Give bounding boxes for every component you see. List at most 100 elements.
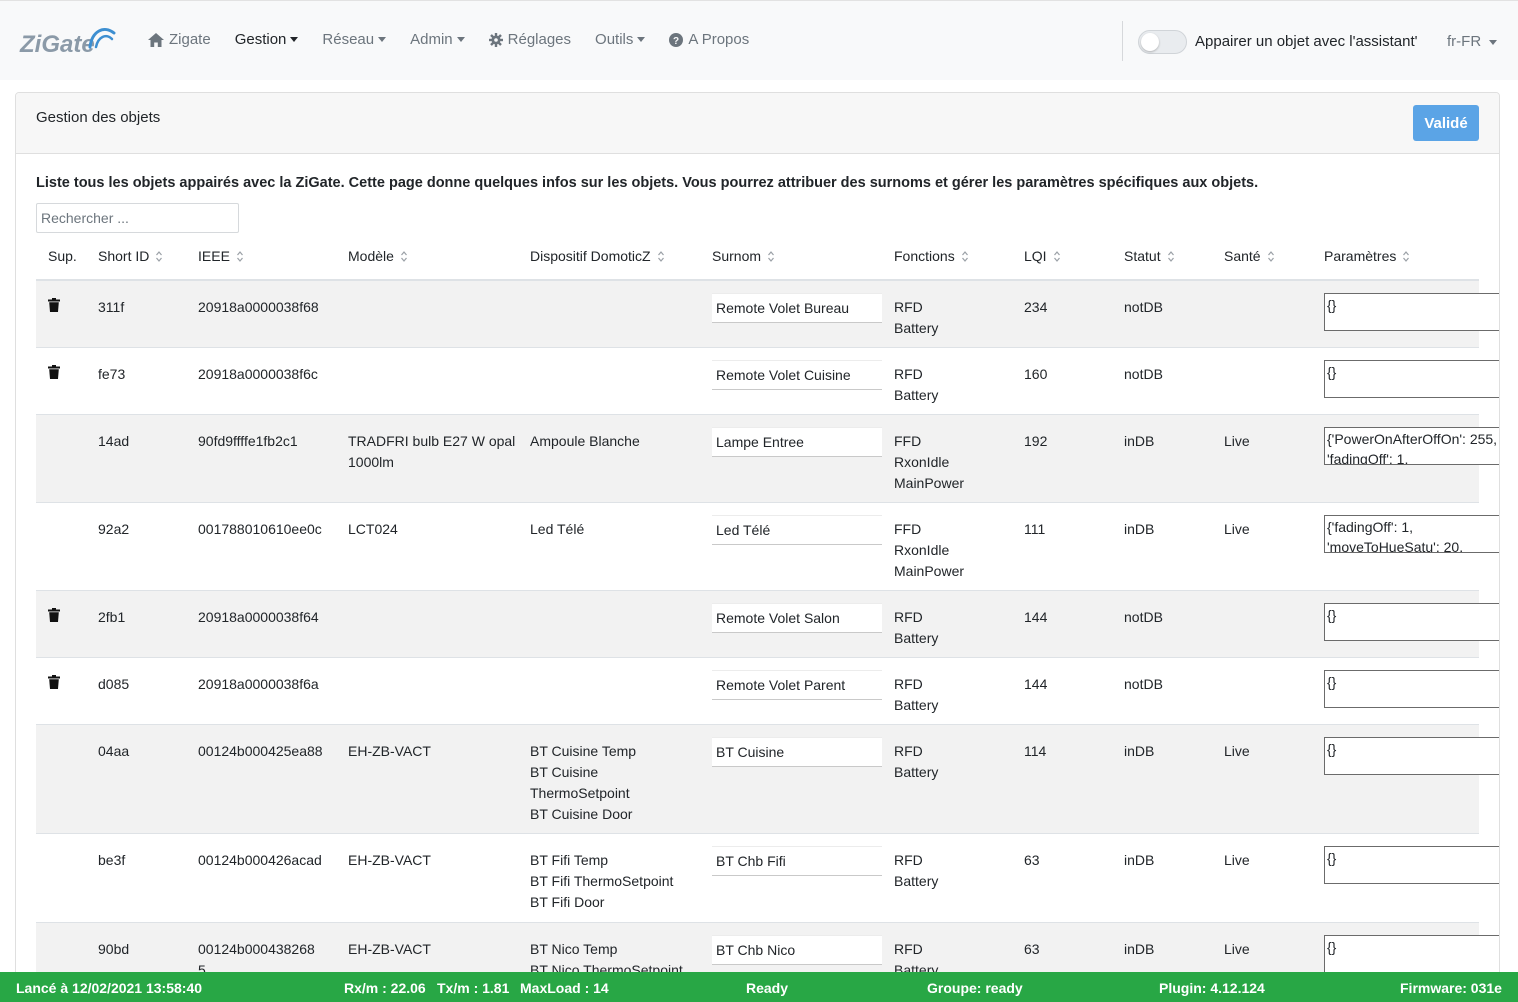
trash-icon[interactable]	[48, 675, 60, 692]
parameters-textarea[interactable]: {}	[1324, 846, 1499, 884]
sort-arrows-icon[interactable]	[768, 250, 774, 262]
cell-ieee-text: 20918a0000038f6a	[198, 676, 319, 692]
cell-short-id: 14ad	[98, 431, 129, 452]
validate-button[interactable]: Validé	[1413, 105, 1479, 141]
status-rx: Rx/m : 22.06	[344, 980, 426, 996]
status-maxload: MaxLoad : 14	[520, 980, 609, 996]
nickname-input[interactable]	[712, 515, 882, 545]
cell-status: notDB	[1124, 364, 1163, 385]
cell-status: inDB	[1124, 939, 1154, 960]
nickname-input[interactable]	[712, 846, 882, 876]
trash-icon[interactable]	[48, 608, 60, 625]
nav-outils[interactable]: Outils	[595, 31, 646, 48]
search-input[interactable]	[36, 203, 239, 233]
col-functions-header[interactable]: Fonctions	[894, 248, 968, 264]
cell-short-id: 04aa	[98, 741, 129, 762]
cell-functions-line: RFD	[894, 852, 923, 868]
table-row: 92a2 001788010610ee0c LCT024 Led Télé FFD Rxo…	[36, 503, 1499, 591]
cell-lqi-text: 160	[1024, 366, 1048, 382]
cell-domoticz: BT Fifi Temp BT Fifi ThermoSetpoint BT Fif…	[530, 850, 673, 913]
parameters-textarea[interactable]: {}	[1324, 935, 1499, 973]
column-label: LQI	[1024, 248, 1047, 264]
sort-arrows-icon[interactable]	[1403, 250, 1410, 262]
nav-reseau[interactable]: Réseau	[322, 31, 387, 48]
nickname-input[interactable]	[712, 603, 882, 633]
nav-gestion-label: Gestion	[234, 31, 287, 48]
nickname-input[interactable]	[712, 427, 882, 457]
col-model-header[interactable]: Modèle	[348, 248, 407, 264]
cell-lqi-text: 144	[1024, 609, 1048, 625]
col-nickname-header[interactable]: Surnom	[712, 248, 774, 264]
sort-arrows-icon[interactable]	[400, 250, 407, 262]
cell-model: TRADFRI bulb E27 W opal 1000lm	[348, 431, 515, 473]
cell-domoticz-line: Ampoule Blanche	[530, 433, 640, 449]
parameters-textarea[interactable]: {'PowerOnAfterOffOn': 255, 'fadingOff': …	[1324, 427, 1499, 465]
cell-functions: FFD RxonIdle MainPower	[894, 519, 964, 582]
cell-lqi: 111	[1024, 519, 1045, 540]
cell-ieee-text: 00124b000438268	[198, 941, 315, 957]
col-status-header[interactable]: Statut	[1124, 248, 1174, 264]
sort-arrows-icon[interactable]	[1167, 250, 1174, 262]
sort-arrows-icon[interactable]	[657, 250, 664, 262]
column-label: Fonctions	[894, 248, 955, 264]
col-ieee-header[interactable]: IEEE	[198, 248, 243, 264]
cell-health: Live	[1224, 850, 1250, 871]
parameters-textarea[interactable]: {}	[1324, 360, 1499, 398]
cell-ieee-text: 20918a0000038f68	[198, 299, 319, 315]
nickname-input[interactable]	[712, 670, 882, 700]
col-lqi-header[interactable]: LQI	[1024, 248, 1060, 264]
cell-short-id: 92a2	[98, 519, 129, 540]
trash-icon[interactable]	[48, 365, 60, 382]
cell-model: EH-ZB-VACT	[348, 850, 431, 871]
col-domoticz-header[interactable]: Dispositif DomoticZ	[530, 248, 664, 264]
column-label: Surnom	[712, 248, 762, 264]
nickname-input[interactable]	[712, 360, 882, 390]
cell-ieee-text: 00124b000425ea88	[198, 743, 323, 759]
sort-arrows-icon[interactable]	[1053, 250, 1060, 262]
nickname-input[interactable]	[712, 737, 882, 767]
parameters-textarea[interactable]: {'fadingOff': 1, 'moveToHueSatu': 20,	[1324, 515, 1499, 553]
navbar-divider	[1122, 21, 1123, 61]
table-row: d085 20918a0000038f6a RFD Battery 144 notDB {}	[36, 658, 1499, 725]
language-selector[interactable]: fr-FR	[1447, 33, 1498, 50]
col-params-header[interactable]: Paramètres	[1324, 248, 1410, 264]
parameters-textarea[interactable]: {}	[1324, 670, 1499, 708]
cell-lqi: 234	[1024, 297, 1047, 318]
sort-arrows-icon[interactable]	[1267, 250, 1274, 262]
parameters-textarea[interactable]: {}	[1324, 603, 1499, 641]
trash-icon[interactable]	[48, 298, 60, 315]
cell-functions-line: Battery	[894, 387, 939, 403]
cell-short-id: d085	[98, 674, 129, 695]
nav-zigate[interactable]: Zigate	[148, 31, 211, 48]
status-state: Ready	[746, 980, 789, 996]
nav-gestion[interactable]: Gestion	[235, 31, 299, 48]
nickname-input[interactable]	[712, 293, 882, 323]
nav-zigate-label: Zigate	[169, 31, 211, 48]
cell-short-id: 2fb1	[98, 607, 125, 628]
col-short-id-header[interactable]: Short ID	[98, 248, 163, 264]
cell-domoticz-line: BT Nico Temp	[530, 941, 618, 957]
col-health-header[interactable]: Santé	[1224, 248, 1274, 264]
cell-ieee-text: 20918a0000038f6c	[198, 366, 318, 382]
cell-health: Live	[1224, 939, 1250, 960]
nav-reglages[interactable]: Réglages	[488, 31, 571, 48]
column-label: Sup.	[48, 248, 77, 264]
cell-functions-line: Battery	[894, 630, 939, 646]
cell-short-id: be3f	[98, 850, 125, 871]
pairing-toggle[interactable]	[1138, 30, 1187, 54]
cell-functions: RFD Battery	[894, 297, 938, 339]
cell-status: inDB	[1124, 741, 1154, 762]
parameters-textarea[interactable]: {}	[1324, 737, 1499, 775]
column-label: Modèle	[348, 248, 394, 264]
nav-apropos[interactable]: ? A Propos	[669, 31, 749, 48]
cell-health: Live	[1224, 431, 1250, 452]
cell-health-text: Live	[1224, 521, 1250, 537]
cell-functions-line: Battery	[894, 764, 939, 780]
nav-admin[interactable]: Admin	[410, 31, 465, 48]
zigate-logo[interactable]: ZiGate	[20, 21, 116, 61]
sort-arrows-icon[interactable]	[961, 250, 968, 262]
nickname-input[interactable]	[712, 935, 882, 965]
parameters-textarea[interactable]: {}	[1324, 293, 1499, 331]
sort-arrows-icon[interactable]	[236, 250, 243, 262]
sort-arrows-icon[interactable]	[156, 250, 163, 262]
